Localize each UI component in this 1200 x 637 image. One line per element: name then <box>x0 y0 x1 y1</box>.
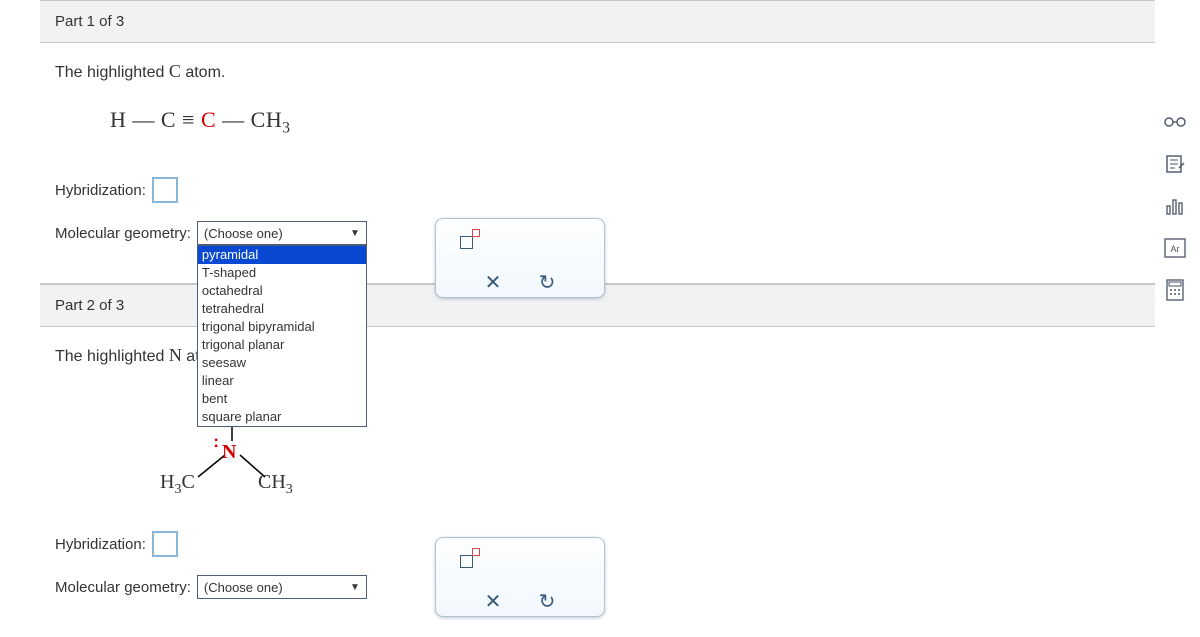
part2-header-text: Part 2 of 3 <box>55 297 124 314</box>
geometry-select-wrap-2: (Choose one) ▼ <box>197 575 367 599</box>
chevron-down-icon: ▼ <box>350 582 360 593</box>
formula-prefix: H — C ≡ <box>110 107 201 132</box>
clear-button-2[interactable]: ✕ <box>478 586 508 616</box>
undo-icon: ↻ <box>539 270 556 295</box>
geometry-select-2[interactable]: (Choose one) ▼ <box>197 575 367 599</box>
chevron-down-icon: ▼ <box>350 228 360 239</box>
option-linear[interactable]: linear <box>198 372 366 390</box>
undo-icon: ↻ <box>539 589 556 614</box>
glasses-icon[interactable] <box>1163 110 1187 134</box>
molecule-lone-pair: •• <box>214 437 218 449</box>
superscript-icon <box>460 231 478 249</box>
svg-text:Ar: Ar <box>1171 244 1180 254</box>
option-t-shaped[interactable]: T-shaped <box>198 264 366 282</box>
geometry-select-value-2: (Choose one) <box>204 580 283 595</box>
part1-prompt-atom: C <box>169 61 181 81</box>
bar-chart-icon[interactable] <box>1163 194 1187 218</box>
molecule-ch3-right: CH3 <box>258 471 293 498</box>
part1-prompt-prefix: The highlighted <box>55 64 169 81</box>
part1-header-text: Part 1 of 3 <box>55 13 124 30</box>
option-square-planar[interactable]: square planar <box>198 408 366 426</box>
geometry-select[interactable]: (Choose one) ▼ <box>197 221 367 245</box>
part1-header: Part 1 of 3 <box>40 0 1155 43</box>
clear-button[interactable]: ✕ <box>478 267 508 297</box>
part2-prompt-prefix: The highlighted <box>55 348 169 365</box>
option-tetrahedral[interactable]: tetrahedral <box>198 300 366 318</box>
part1-formula: H — C ≡ C — CH3 <box>110 107 1140 137</box>
reset-button-2[interactable]: ↻ <box>532 586 562 616</box>
part1-body: The highlighted C atom. H — C ≡ C — CH3 … <box>40 43 1155 284</box>
formula-highlight: C <box>201 107 216 132</box>
part1-prompt-suffix: atom. <box>181 64 225 81</box>
geometry-select-value: (Choose one) <box>204 226 283 241</box>
geometry-label-2: Molecular geometry: <box>55 579 191 596</box>
superscript-button[interactable] <box>454 225 484 255</box>
part2-control-panel: ✕ ↻ <box>435 537 605 617</box>
formula-sub: 3 <box>282 119 290 136</box>
option-pyramidal[interactable]: pyramidal <box>198 246 366 264</box>
reset-button[interactable]: ↻ <box>532 267 562 297</box>
part1-prompt: The highlighted C atom. <box>55 61 1140 82</box>
molecule-h3c-left: H3C <box>160 471 195 498</box>
hybridization-label: Hybridization: <box>55 182 146 199</box>
hybridization-input[interactable] <box>152 177 178 203</box>
geometry-dropdown: pyramidal T-shaped octahedral tetrahedra… <box>197 245 367 427</box>
formula-suffix: — CH <box>216 107 282 132</box>
periodic-table-icon[interactable]: Ar <box>1163 236 1187 260</box>
part1-hybridization-row: Hybridization: <box>55 177 1140 203</box>
geometry-select-wrap: (Choose one) ▼ pyramidal T-shaped octahe… <box>197 221 367 245</box>
notes-icon[interactable] <box>1163 152 1187 176</box>
option-trigonal-bipyramidal[interactable]: trigonal bipyramidal <box>198 318 366 336</box>
geometry-label: Molecular geometry: <box>55 225 191 242</box>
option-seesaw[interactable]: seesaw <box>198 354 366 372</box>
hybridization-label-2: Hybridization: <box>55 536 146 553</box>
superscript-icon <box>460 550 478 568</box>
part1-control-panel: ✕ ↻ <box>435 218 605 298</box>
option-bent[interactable]: bent <box>198 390 366 408</box>
side-toolbar: Ar <box>1160 110 1190 302</box>
option-octahedral[interactable]: octahedral <box>198 282 366 300</box>
hybridization-input-2[interactable] <box>152 531 178 557</box>
option-trigonal-planar[interactable]: trigonal planar <box>198 336 366 354</box>
close-icon: ✕ <box>485 589 502 614</box>
molecule-n-center: N <box>222 441 236 464</box>
part2-prompt-atom: N <box>169 345 182 365</box>
calculator-icon[interactable] <box>1163 278 1187 302</box>
superscript-button-2[interactable] <box>454 544 484 574</box>
close-icon: ✕ <box>485 270 502 295</box>
